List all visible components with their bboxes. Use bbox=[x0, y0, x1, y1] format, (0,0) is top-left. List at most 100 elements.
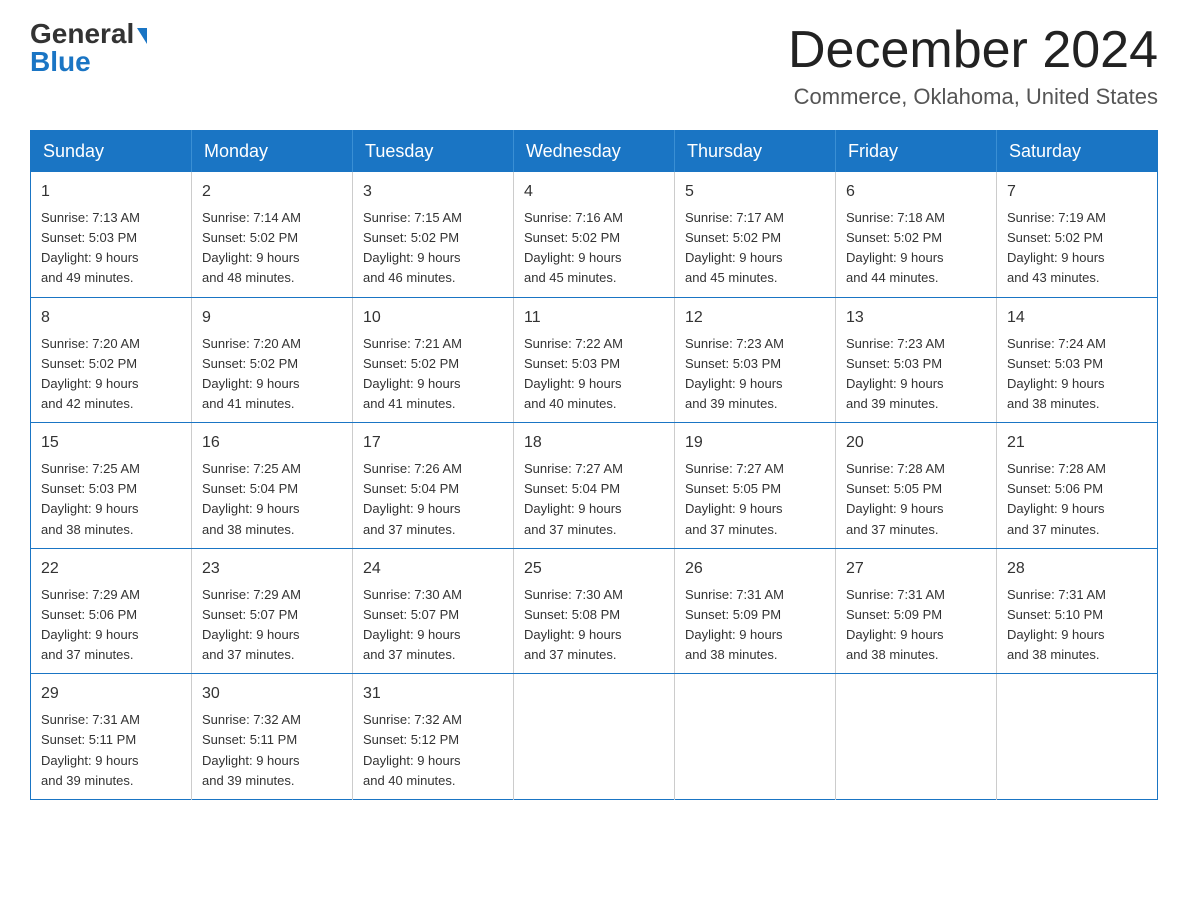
weekday-header-thursday: Thursday bbox=[675, 131, 836, 173]
calendar-day-14: 14 Sunrise: 7:24 AMSunset: 5:03 PMDayligh… bbox=[997, 297, 1158, 423]
day-number: 4 bbox=[524, 180, 664, 204]
day-number: 26 bbox=[685, 557, 825, 581]
day-number: 27 bbox=[846, 557, 986, 581]
calendar-day-16: 16 Sunrise: 7:25 AMSunset: 5:04 PMDayligh… bbox=[192, 423, 353, 549]
day-info: Sunrise: 7:26 AMSunset: 5:04 PMDaylight:… bbox=[363, 459, 503, 540]
day-number: 31 bbox=[363, 682, 503, 706]
calendar-day-31: 31 Sunrise: 7:32 AMSunset: 5:12 PMDayligh… bbox=[353, 674, 514, 800]
day-info: Sunrise: 7:20 AMSunset: 5:02 PMDaylight:… bbox=[202, 334, 342, 415]
day-number: 30 bbox=[202, 682, 342, 706]
calendar-day-28: 28Sunrise: 7:31 AMSunset: 5:10 PMDayligh… bbox=[997, 548, 1158, 674]
calendar-day-11: 11 Sunrise: 7:22 AMSunset: 5:03 PMDayligh… bbox=[514, 297, 675, 423]
day-number: 18 bbox=[524, 431, 664, 455]
day-number: 12 bbox=[685, 306, 825, 330]
day-info: Sunrise: 7:22 AMSunset: 5:03 PMDaylight:… bbox=[524, 334, 664, 415]
day-number: 7 bbox=[1007, 180, 1147, 204]
calendar-day-30: 30 Sunrise: 7:32 AMSunset: 5:11 PMDayligh… bbox=[192, 674, 353, 800]
day-info: Sunrise: 7:27 AMSunset: 5:04 PMDaylight:… bbox=[524, 459, 664, 540]
day-info: Sunrise: 7:32 AMSunset: 5:11 PMDaylight:… bbox=[202, 710, 342, 791]
title-section: December 2024 Commerce, Oklahoma, United… bbox=[788, 20, 1158, 110]
day-info: Sunrise: 7:20 AMSunset: 5:02 PMDaylight:… bbox=[41, 334, 181, 415]
day-number: 10 bbox=[363, 306, 503, 330]
logo-general-text: General bbox=[30, 20, 134, 48]
day-info: Sunrise: 7:30 AMSunset: 5:08 PMDaylight:… bbox=[524, 585, 664, 666]
day-info: Sunrise: 7:31 AMSunset: 5:09 PMDaylight:… bbox=[685, 585, 825, 666]
logo-triangle-icon bbox=[137, 28, 147, 44]
calendar-day-15: 15 Sunrise: 7:25 AMSunset: 5:03 PMDayligh… bbox=[31, 423, 192, 549]
day-info: Sunrise: 7:23 AMSunset: 5:03 PMDaylight:… bbox=[685, 334, 825, 415]
calendar-week-5: 29Sunrise: 7:31 AMSunset: 5:11 PMDayligh… bbox=[31, 674, 1158, 800]
calendar-week-1: 1Sunrise: 7:13 AMSunset: 5:03 PMDaylight… bbox=[31, 172, 1158, 297]
day-info: Sunrise: 7:23 AMSunset: 5:03 PMDaylight:… bbox=[846, 334, 986, 415]
calendar-day-9: 9 Sunrise: 7:20 AMSunset: 5:02 PMDaylight… bbox=[192, 297, 353, 423]
day-info: Sunrise: 7:31 AMSunset: 5:09 PMDaylight:… bbox=[846, 585, 986, 666]
page-header: General Blue December 2024 Commerce, Okl… bbox=[30, 20, 1158, 110]
calendar-day-22: 22 Sunrise: 7:29 AMSunset: 5:06 PMDayligh… bbox=[31, 548, 192, 674]
day-number: 22 bbox=[41, 557, 181, 581]
day-info: Sunrise: 7:31 AMSunset: 5:11 PMDaylight:… bbox=[41, 710, 181, 791]
day-number: 16 bbox=[202, 431, 342, 455]
day-number: 3 bbox=[363, 180, 503, 204]
calendar-day-2: 2 Sunrise: 7:14 AMSunset: 5:02 PMDaylight… bbox=[192, 172, 353, 297]
day-info: Sunrise: 7:16 AMSunset: 5:02 PMDaylight:… bbox=[524, 208, 664, 289]
day-number: 24 bbox=[363, 557, 503, 581]
calendar-day-27: 27 Sunrise: 7:31 AMSunset: 5:09 PMDayligh… bbox=[836, 548, 997, 674]
calendar-day-29: 29Sunrise: 7:31 AMSunset: 5:11 PMDayligh… bbox=[31, 674, 192, 800]
day-number: 6 bbox=[846, 180, 986, 204]
day-info: Sunrise: 7:17 AMSunset: 5:02 PMDaylight:… bbox=[685, 208, 825, 289]
calendar-day-18: 18 Sunrise: 7:27 AMSunset: 5:04 PMDayligh… bbox=[514, 423, 675, 549]
day-info: Sunrise: 7:25 AMSunset: 5:04 PMDaylight:… bbox=[202, 459, 342, 540]
calendar-empty-cell bbox=[514, 674, 675, 800]
calendar-day-10: 10Sunrise: 7:21 AMSunset: 5:02 PMDayligh… bbox=[353, 297, 514, 423]
day-number: 21 bbox=[1007, 431, 1147, 455]
day-info: Sunrise: 7:24 AMSunset: 5:03 PMDaylight:… bbox=[1007, 334, 1147, 415]
weekday-header-wednesday: Wednesday bbox=[514, 131, 675, 173]
weekday-header-friday: Friday bbox=[836, 131, 997, 173]
day-info: Sunrise: 7:13 AMSunset: 5:03 PMDaylight:… bbox=[41, 208, 181, 289]
weekday-header-monday: Monday bbox=[192, 131, 353, 173]
day-info: Sunrise: 7:29 AMSunset: 5:07 PMDaylight:… bbox=[202, 585, 342, 666]
calendar-day-12: 12 Sunrise: 7:23 AMSunset: 5:03 PMDayligh… bbox=[675, 297, 836, 423]
calendar-day-26: 26 Sunrise: 7:31 AMSunset: 5:09 PMDayligh… bbox=[675, 548, 836, 674]
calendar-empty-cell bbox=[675, 674, 836, 800]
day-number: 20 bbox=[846, 431, 986, 455]
day-info: Sunrise: 7:32 AMSunset: 5:12 PMDaylight:… bbox=[363, 710, 503, 791]
day-number: 28 bbox=[1007, 557, 1147, 581]
calendar-day-7: 7 Sunrise: 7:19 AMSunset: 5:02 PMDaylight… bbox=[997, 172, 1158, 297]
day-number: 13 bbox=[846, 306, 986, 330]
calendar-week-4: 22 Sunrise: 7:29 AMSunset: 5:06 PMDayligh… bbox=[31, 548, 1158, 674]
calendar-day-5: 5Sunrise: 7:17 AMSunset: 5:02 PMDaylight… bbox=[675, 172, 836, 297]
day-number: 8 bbox=[41, 306, 181, 330]
calendar-week-2: 8 Sunrise: 7:20 AMSunset: 5:02 PMDaylight… bbox=[31, 297, 1158, 423]
day-info: Sunrise: 7:25 AMSunset: 5:03 PMDaylight:… bbox=[41, 459, 181, 540]
logo-blue-text: Blue bbox=[30, 48, 91, 76]
day-number: 14 bbox=[1007, 306, 1147, 330]
calendar-day-3: 3Sunrise: 7:15 AMSunset: 5:02 PMDaylight… bbox=[353, 172, 514, 297]
calendar-day-1: 1Sunrise: 7:13 AMSunset: 5:03 PMDaylight… bbox=[31, 172, 192, 297]
day-number: 25 bbox=[524, 557, 664, 581]
calendar-day-6: 6Sunrise: 7:18 AMSunset: 5:02 PMDaylight… bbox=[836, 172, 997, 297]
calendar-day-17: 17 Sunrise: 7:26 AMSunset: 5:04 PMDayligh… bbox=[353, 423, 514, 549]
day-info: Sunrise: 7:14 AMSunset: 5:02 PMDaylight:… bbox=[202, 208, 342, 289]
calendar-day-21: 21Sunrise: 7:28 AMSunset: 5:06 PMDayligh… bbox=[997, 423, 1158, 549]
weekday-header-tuesday: Tuesday bbox=[353, 131, 514, 173]
day-info: Sunrise: 7:30 AMSunset: 5:07 PMDaylight:… bbox=[363, 585, 503, 666]
calendar-day-4: 4 Sunrise: 7:16 AMSunset: 5:02 PMDaylight… bbox=[514, 172, 675, 297]
month-title: December 2024 bbox=[788, 20, 1158, 80]
weekday-header-saturday: Saturday bbox=[997, 131, 1158, 173]
day-number: 9 bbox=[202, 306, 342, 330]
calendar-week-3: 15 Sunrise: 7:25 AMSunset: 5:03 PMDayligh… bbox=[31, 423, 1158, 549]
day-number: 2 bbox=[202, 180, 342, 204]
calendar-table: SundayMondayTuesdayWednesdayThursdayFrid… bbox=[30, 130, 1158, 800]
day-number: 17 bbox=[363, 431, 503, 455]
calendar-day-19: 19Sunrise: 7:27 AMSunset: 5:05 PMDayligh… bbox=[675, 423, 836, 549]
day-number: 23 bbox=[202, 557, 342, 581]
day-number: 11 bbox=[524, 306, 664, 330]
calendar-day-24: 24 Sunrise: 7:30 AMSunset: 5:07 PMDayligh… bbox=[353, 548, 514, 674]
day-number: 19 bbox=[685, 431, 825, 455]
day-info: Sunrise: 7:29 AMSunset: 5:06 PMDaylight:… bbox=[41, 585, 181, 666]
day-number: 15 bbox=[41, 431, 181, 455]
calendar-empty-cell bbox=[836, 674, 997, 800]
day-info: Sunrise: 7:19 AMSunset: 5:02 PMDaylight:… bbox=[1007, 208, 1147, 289]
calendar-day-23: 23 Sunrise: 7:29 AMSunset: 5:07 PMDayligh… bbox=[192, 548, 353, 674]
